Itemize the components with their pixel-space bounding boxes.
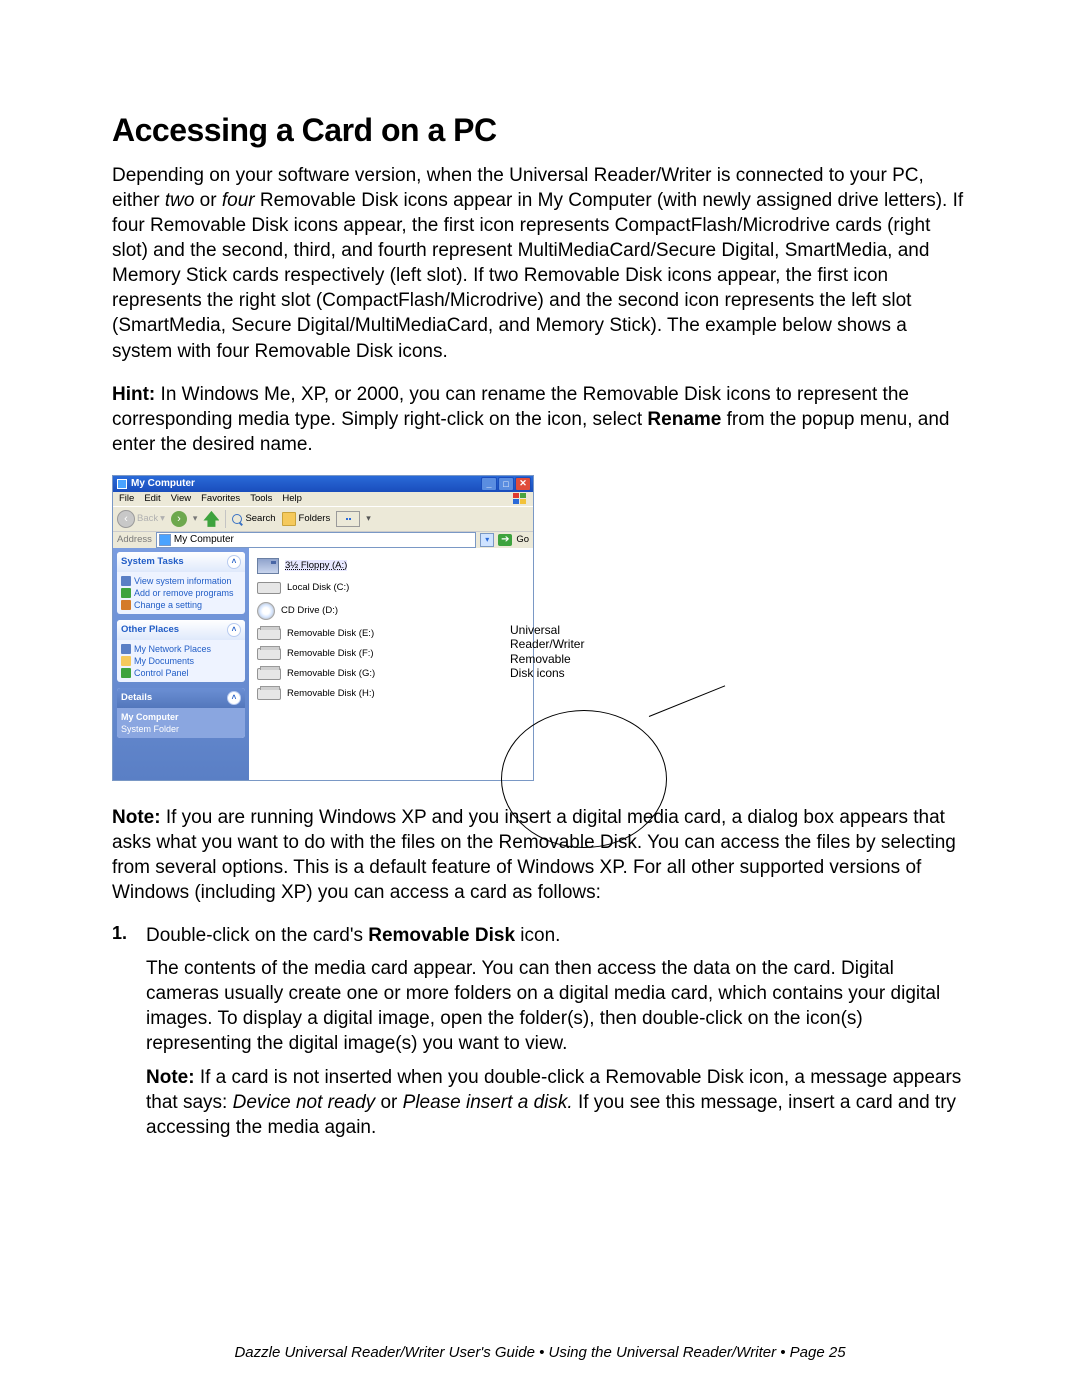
page-footer: Dazzle Universal Reader/Writer User's Gu…	[0, 1344, 1080, 1361]
address-label: Address	[117, 534, 152, 545]
minimize-button[interactable]: _	[481, 477, 497, 491]
address-field[interactable]: My Computer	[156, 532, 476, 548]
task-add-remove-programs[interactable]: Add or remove programs	[121, 587, 241, 599]
hint-paragraph: Hint: In Windows Me, XP, or 2000, you ca…	[112, 382, 970, 457]
hdd-icon	[257, 582, 281, 594]
page-title: Accessing a Card on a PC	[112, 112, 970, 149]
go-label: Go	[516, 534, 529, 545]
search-button[interactable]: Search	[232, 513, 275, 524]
task-change-setting[interactable]: Change a setting	[121, 599, 241, 611]
address-bar: Address My Computer ▾ ➔ Go	[113, 532, 533, 548]
text: icon.	[515, 925, 560, 946]
text-italic: four	[222, 190, 255, 211]
annotation-leader-line	[649, 685, 725, 717]
menu-tools[interactable]: Tools	[250, 493, 272, 504]
address-dropdown[interactable]: ▾	[480, 533, 494, 547]
menu-edit[interactable]: Edit	[144, 493, 160, 504]
floppy-icon	[257, 558, 279, 574]
my-computer-icon	[117, 479, 127, 489]
setting-icon	[121, 600, 131, 610]
step-detail: The contents of the media card appear. Y…	[146, 956, 970, 1056]
other-my-documents[interactable]: My Documents	[121, 655, 241, 667]
my-computer-icon	[159, 534, 171, 546]
text-italic: Please insert a disk.	[403, 1092, 573, 1113]
maximize-button[interactable]: □	[498, 477, 514, 491]
drive-floppy-a[interactable]: 3½ Floppy (A:)	[257, 554, 525, 578]
task-view-system-info[interactable]: View system information	[121, 575, 241, 587]
dropdown-icon[interactable]: ▾	[193, 513, 198, 524]
removable-icon	[257, 668, 281, 680]
drive-removable-g[interactable]: Removable Disk (G:)	[257, 664, 525, 684]
ordered-list: 1. Double-click on the card's Removable …	[112, 923, 970, 1140]
folders-button[interactable]: Folders	[282, 512, 331, 526]
text: Double-click on the card's	[146, 925, 368, 946]
removable-icon	[257, 648, 281, 660]
menu-view[interactable]: View	[171, 493, 191, 504]
other-network-places[interactable]: My Network Places	[121, 643, 241, 655]
address-value: My Computer	[174, 534, 234, 545]
rename-bold: Rename	[647, 409, 721, 430]
menu-favorites[interactable]: Favorites	[201, 493, 240, 504]
drive-local-c[interactable]: Local Disk (C:)	[257, 578, 525, 598]
side-panel: System Tasks˄ View system information Ad…	[113, 548, 249, 780]
folders-icon	[282, 512, 296, 526]
dropdown-icon[interactable]: ▾	[366, 513, 371, 524]
close-button[interactable]: ✕	[515, 477, 531, 491]
other-places-header[interactable]: Other Places˄	[117, 620, 245, 640]
drives-pane: 3½ Floppy (A:) Local Disk (C:) CD Drive …	[249, 548, 533, 780]
up-button[interactable]	[203, 511, 219, 527]
details-name: My Computer	[121, 711, 241, 723]
text: or	[194, 190, 221, 211]
note-label: Note:	[146, 1067, 195, 1088]
go-button[interactable]: ➔	[498, 534, 512, 546]
separator	[225, 510, 226, 528]
document-page: Accessing a Card on a PC Depending on yo…	[0, 0, 1080, 1397]
text-italic: Device not ready	[233, 1092, 376, 1113]
hint-label: Hint:	[112, 384, 155, 405]
menu-file[interactable]: File	[119, 493, 134, 504]
my-computer-window: My Computer _ □ ✕ File Edit View Favorit…	[112, 475, 534, 781]
list-item-1: 1. Double-click on the card's Removable …	[112, 923, 970, 1140]
back-button[interactable]: ‹Back ▾	[117, 510, 165, 528]
removable-icon	[257, 628, 281, 640]
forward-button[interactable]: ›	[171, 511, 187, 527]
window-title: My Computer	[131, 478, 195, 489]
search-icon	[232, 514, 242, 524]
drive-cd-d[interactable]: CD Drive (D:)	[257, 598, 525, 624]
window-titlebar: My Computer _ □ ✕	[113, 476, 533, 492]
cd-icon	[257, 602, 275, 620]
chevron-up-icon: ˄	[227, 691, 241, 705]
drive-removable-e[interactable]: Removable Disk (E:)	[257, 624, 525, 644]
screenshot-figure: My Computer _ □ ✕ File Edit View Favorit…	[112, 475, 542, 781]
removable-icon	[257, 688, 281, 700]
views-button[interactable]	[336, 511, 360, 527]
chevron-up-icon: ˄	[227, 555, 241, 569]
menu-bar: File Edit View Favorites Tools Help	[113, 492, 533, 506]
drive-removable-h[interactable]: Removable Disk (H:)	[257, 684, 525, 704]
info-icon	[121, 576, 131, 586]
documents-icon	[121, 656, 131, 666]
system-tasks-header[interactable]: System Tasks˄	[117, 552, 245, 572]
toolbar: ‹Back ▾ › ▾ Search Folders ▾	[113, 506, 533, 532]
network-icon	[121, 644, 131, 654]
programs-icon	[121, 588, 131, 598]
note-label: Note:	[112, 807, 161, 828]
annotation-oval	[501, 710, 667, 848]
menu-help[interactable]: Help	[282, 493, 302, 504]
details-header[interactable]: Details˄	[117, 688, 245, 708]
step-note: Note: If a card is not inserted when you…	[146, 1065, 970, 1140]
text: Removable Disk icons appear in My Comput…	[112, 190, 963, 361]
text-italic: two	[165, 190, 195, 211]
chevron-up-icon: ˄	[227, 623, 241, 637]
details-type: System Folder	[121, 723, 241, 735]
drive-removable-f[interactable]: Removable Disk (F:)	[257, 644, 525, 664]
removable-disk-bold: Removable Disk	[368, 925, 515, 946]
windows-flag-icon	[513, 493, 527, 505]
step-number: 1.	[112, 923, 146, 1140]
text: or	[375, 1092, 402, 1113]
annotation-label: Universal Reader/Writer Removable Disk i…	[510, 623, 584, 681]
intro-paragraph: Depending on your software version, when…	[112, 163, 970, 364]
control-panel-icon	[121, 668, 131, 678]
other-control-panel[interactable]: Control Panel	[121, 667, 241, 679]
